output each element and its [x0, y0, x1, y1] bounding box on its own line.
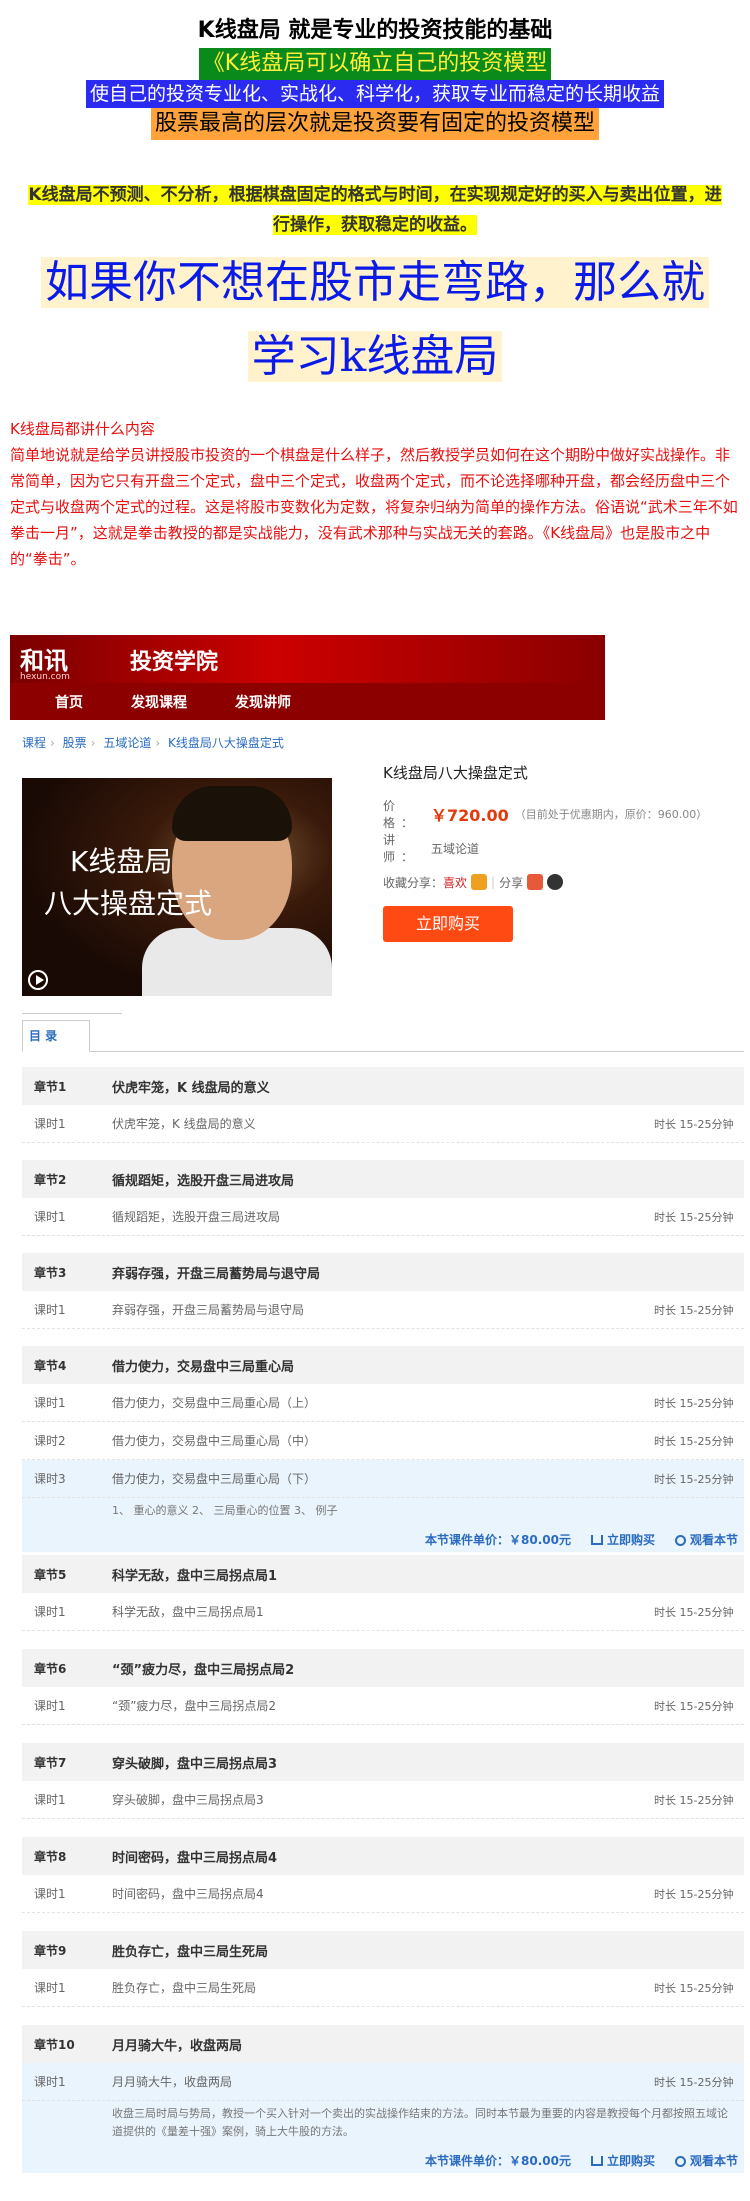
- chapter-header: 章节1 伏虎牢笼，K 线盘局的意义: [22, 1067, 744, 1105]
- chapter-buy-link[interactable]: 立即购买: [590, 1531, 655, 1548]
- fav-link[interactable]: 喜欢: [443, 874, 467, 891]
- chapter-desc: 1、 重心的意义 2、 三局重心的位置 3、 例子: [22, 1498, 744, 1526]
- chapter-header: 章节8 时间密码，盘中三局拐点局4: [22, 1837, 744, 1875]
- buy-now-button[interactable]: 立即购买: [383, 906, 513, 942]
- site-nav: 首页 发现课程 发现讲师: [10, 683, 605, 720]
- lesson-row[interactable]: 课时1 科学无敌，盘中三局拐点局1 时长 15-25分钟: [22, 1593, 744, 1631]
- course-thumbnail[interactable]: K线盘局 八大操盘定式: [22, 778, 332, 996]
- chapter: 章节5 科学无敌，盘中三局拐点局1 课时1 科学无敌，盘中三局拐点局1 时长 15-25…: [22, 1555, 744, 1631]
- chapter-footer: 本节课件单价：￥80.00元 立即购买 观看本节: [22, 2147, 744, 2173]
- tab-bar: 目 录: [22, 1020, 744, 1052]
- course-name: K线盘局八大操盘定式: [383, 764, 528, 782]
- teacher-name[interactable]: 五域论道: [431, 840, 479, 857]
- course-info: K线盘局八大操盘定式 价 格： ￥720.00 （目前处于优惠期内，原价：960.0…: [383, 762, 743, 899]
- chapter: 章节9 胜负存亡，盘中三局生死局 课时1 胜负存亡，盘中三局生死局 时长 15-25分钟: [22, 1931, 744, 2007]
- crumb-current[interactable]: K线盘局八大操盘定式: [168, 736, 284, 750]
- site-header: 和讯 hexun.com 投资学院 首页 发现课程 发现讲师: [10, 635, 605, 720]
- chapter-footer: 本节课件单价：￥80.00元 立即购买 观看本节: [22, 1526, 744, 1552]
- crumb-course[interactable]: 课程: [22, 736, 46, 750]
- lesson-row[interactable]: 课时1 时间密码，盘中三局拐点局4 时长 15-25分钟: [22, 1875, 744, 1913]
- slogan: 如果你不想在股市走弯路，那么就 学习k线盘局: [0, 246, 750, 394]
- chapter: 章节6 “颈”疲力尽，盘中三局拐点局2 课时1 “颈”疲力尽，盘中三局拐点局2 时长 1…: [22, 1649, 744, 1725]
- chapter: 章节3 弃弱存强，开盘三局蓄势局与退守局 课时1 弃弱存强，开盘三局蓄势局与退守局 时长…: [22, 1253, 744, 1329]
- chapter-desc: 收盘三局时局与势局，教授一个买入针对一个卖出的实战操作结束的方法。同时本节最为重…: [22, 2101, 744, 2147]
- chapter-header: 章节10 月月骑大牛，收盘两局: [22, 2025, 744, 2063]
- hero: K线盘局 就是专业的投资技能的基础 《K线盘局可以确立自己的投资模型 使自己的投…: [0, 0, 750, 394]
- nav-home[interactable]: 首页: [55, 692, 83, 712]
- nav-courses[interactable]: 发现课程: [131, 692, 187, 712]
- chapter: 章节7 穿头破脚，盘中三局拐点局3 课时1 穿头破脚，盘中三局拐点局3 时长 15-25…: [22, 1743, 744, 1819]
- weibo-icon[interactable]: [527, 874, 544, 890]
- breadcrumb: 课程 › 股票 › 五域论道 › K线盘局八大操盘定式: [22, 736, 284, 750]
- chapter-header: 章节7 穿头破脚，盘中三局拐点局3: [22, 1743, 744, 1781]
- chapter-watch-link[interactable]: 观看本节: [674, 2152, 738, 2169]
- chapter-header: 章节5 科学无敌，盘中三局拐点局1: [22, 1555, 744, 1593]
- course-price: ￥720.00: [431, 806, 509, 825]
- intro: K线盘局都讲什么内容 简单地说就是给学员讲授股市投资的一个棋盘是什么样子，然后教…: [10, 416, 738, 572]
- lesson-row[interactable]: 课时1 穿头破脚，盘中三局拐点局3 时长 15-25分钟: [22, 1781, 744, 1819]
- cart-icon: [590, 1535, 603, 1545]
- share-label: 分享: [499, 875, 524, 890]
- lesson-row[interactable]: 课时1 循规蹈矩，选股开盘三局进攻局 时长 15-25分钟: [22, 1198, 744, 1236]
- crumb-stock[interactable]: 股票: [63, 736, 87, 750]
- lesson-row[interactable]: 课时2 借力使力，交易盘中三局重心局（中） 时长 15-25分钟: [22, 1422, 744, 1460]
- notice: K线盘局不预测、不分析，根据棋盘固定的格式与时间，在实现规定好的买入与卖出位置，…: [28, 185, 722, 235]
- chapter-buy-link[interactable]: 立即购买: [590, 2152, 655, 2169]
- chapter-header: 章节3 弃弱存强，开盘三局蓄势局与退守局: [22, 1253, 744, 1291]
- hexun-logo[interactable]: 和讯 hexun.com: [20, 641, 70, 682]
- fav-icon[interactable]: [471, 874, 488, 890]
- lesson-row[interactable]: 课时1 “颈”疲力尽，盘中三局拐点局2 时长 15-25分钟: [22, 1687, 744, 1725]
- chapter-header: 章节2 循规蹈矩，选股开盘三局进攻局: [22, 1160, 744, 1198]
- intro-body: 简单地说就是给学员讲授股市投资的一个棋盘是什么样子，然后教授学员如何在这个期盼中…: [10, 446, 738, 568]
- lesson-row[interactable]: 课时1 月月骑大牛，收盘两局 时长 15-25分钟: [22, 2063, 744, 2101]
- chapter: 章节10 月月骑大牛，收盘两局 课时1 月月骑大牛，收盘两局 时长 15-25分钟 收盘三…: [22, 2025, 744, 2173]
- hero-line4: 股票最高的层次就是投资要有固定的投资模型: [150, 108, 599, 140]
- qq-icon[interactable]: [547, 874, 564, 890]
- thumb-line1: K线盘局: [70, 845, 173, 878]
- search-icon: [674, 2155, 686, 2167]
- chapter: 章节8 时间密码，盘中三局拐点局4 课时1 时间密码，盘中三局拐点局4 时长 15-25…: [22, 1837, 744, 1913]
- chapter-header: 章节6 “颈”疲力尽，盘中三局拐点局2: [22, 1649, 744, 1687]
- cart-icon: [590, 2156, 603, 2166]
- hero-line3: 使自己的投资专业化、实战化、科学化，获取专业而稳定的长期收益: [85, 80, 664, 108]
- hero-title: K线盘局 就是专业的投资技能的基础: [197, 18, 553, 43]
- nav-teachers[interactable]: 发现讲师: [235, 692, 291, 712]
- hero-line2: 《K线盘局可以确立自己的投资模型: [198, 48, 552, 80]
- search-icon: [674, 1534, 686, 1546]
- lesson-row[interactable]: 课时1 弃弱存强，开盘三局蓄势局与退守局 时长 15-25分钟: [22, 1291, 744, 1329]
- chapter-header: 章节9 胜负存亡，盘中三局生死局: [22, 1931, 744, 1969]
- price-note: （目前处于优惠期内，原价：960.00）: [514, 808, 708, 821]
- lesson-row[interactable]: 课时1 胜负存亡，盘中三局生死局 时长 15-25分钟: [22, 1969, 744, 2007]
- chapter: 章节4 借力使力，交易盘中三局重心局 课时1 借力使力，交易盘中三局重心局（上） 时长 …: [22, 1346, 744, 1552]
- lesson-row[interactable]: 课时3 借力使力，交易盘中三局重心局（下） 时长 15-25分钟: [22, 1460, 744, 1498]
- play-icon[interactable]: [28, 970, 48, 990]
- thumb-line2: 八大操盘定式: [44, 887, 213, 920]
- tab-catalog[interactable]: 目 录: [22, 1020, 90, 1052]
- intro-heading: K线盘局都讲什么内容: [10, 420, 155, 438]
- lesson-row[interactable]: 课时1 伏虎牢笼，K 线盘局的意义 时长 15-25分钟: [22, 1105, 744, 1143]
- chapter-watch-link[interactable]: 观看本节: [674, 1531, 738, 1548]
- chapter-header: 章节4 借力使力，交易盘中三局重心局: [22, 1346, 744, 1384]
- site-title: 投资学院: [130, 650, 219, 675]
- lesson-row[interactable]: 课时1 借力使力，交易盘中三局重心局（上） 时长 15-25分钟: [22, 1384, 744, 1422]
- crumb-teacher[interactable]: 五域论道: [103, 736, 151, 750]
- chapter: 章节2 循规蹈矩，选股开盘三局进攻局 课时1 循规蹈矩，选股开盘三局进攻局 时长 15-…: [22, 1160, 744, 1236]
- chapter: 章节1 伏虎牢笼，K 线盘局的意义 课时1 伏虎牢笼，K 线盘局的意义 时长 15-25…: [22, 1067, 744, 1143]
